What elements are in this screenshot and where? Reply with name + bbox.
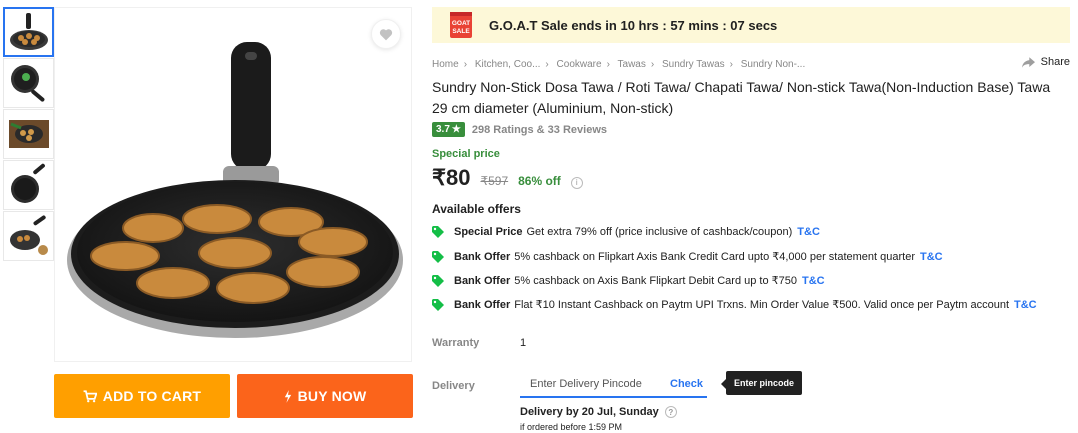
tawa-thumbnail-image (9, 215, 48, 255)
offer-tag-icon (432, 250, 444, 263)
offer-type: Special Price (454, 226, 523, 238)
share-button[interactable]: Share (1021, 56, 1070, 68)
breadcrumb-item[interactable]: Sundry Tawas (662, 59, 725, 70)
offer-text: 5% cashback on Flipkart Axis Bank Credit… (514, 251, 916, 263)
sale-countdown: G.O.A.T Sale ends in 10 hrs : 57 mins : … (489, 17, 778, 33)
breadcrumb-item[interactable]: Home (432, 59, 459, 70)
delivery-label: Delivery (432, 380, 475, 392)
thumbnail-5[interactable] (3, 211, 54, 261)
tawa-product-image (67, 42, 403, 338)
sale-banner: GOAT SALE G.O.A.T Sale ends in 10 hrs : … (432, 7, 1070, 43)
breadcrumb-item[interactable]: Sundry Non-... (741, 59, 805, 70)
goat-sale-logo: GOAT SALE (450, 12, 472, 38)
breadcrumb: Home › Kitchen, Coo... › Cookware › Tawas › … (432, 59, 806, 70)
delivery-date-row: Delivery by 20 Jul, Sunday ? (520, 406, 677, 418)
offer-tc-link[interactable]: T&C (802, 275, 825, 287)
thumbnail-1[interactable] (3, 7, 54, 57)
wishlist-button[interactable] (371, 19, 401, 49)
offer-type: Bank Offer (454, 274, 511, 287)
warranty-label: Warranty (432, 337, 480, 349)
pincode-tooltip: Enter pincode (720, 371, 803, 395)
delivery-cutoff: if ordered before 1:59 PM (520, 422, 623, 432)
help-icon[interactable]: ? (664, 406, 677, 418)
original-price: ₹597 (480, 174, 509, 188)
offer-tag-icon (432, 274, 444, 287)
tawa-thumbnail-image (10, 163, 45, 203)
offer-text: Flat ₹10 Instant Cashback on Paytm UPI T… (514, 299, 1010, 311)
breadcrumb-item[interactable]: Kitchen, Coo... (475, 59, 541, 70)
ratings-reviews-link[interactable]: 298 Ratings & 33 Reviews (472, 124, 607, 136)
tawa-thumbnail-image (9, 13, 48, 50)
thumbnail-2[interactable] (3, 58, 54, 108)
cart-icon (83, 389, 97, 402)
offer-type: Bank Offer (454, 298, 511, 311)
offer-text: 5% cashback on Axis Bank Flipkart Debit … (514, 275, 798, 287)
warranty-value: 1 (520, 337, 527, 349)
tawa-thumbnail-image (10, 65, 44, 102)
product-title: Sundry Non-Stick Dosa Tawa / Roti Tawa/ … (432, 79, 1051, 116)
sale-logo-line1: GOAT (452, 20, 470, 27)
offer-tag-icon (432, 298, 444, 311)
offer-item: Special Price Get extra 79% off (price i… (432, 226, 820, 238)
offer-item: Bank Offer Flat ₹10 Instant Cashback on … (432, 298, 1037, 311)
rating-badge[interactable]: 3.7 ★ (432, 122, 465, 137)
offer-tc-link[interactable]: T&C (797, 226, 820, 238)
discount-percent: 86% off (518, 174, 561, 188)
share-label: Share (1040, 56, 1070, 68)
rating-value: 3.7 (436, 124, 450, 135)
check-pincode-button[interactable]: Check (670, 378, 703, 390)
thumbnail-list (3, 7, 54, 262)
info-icon[interactable]: i (570, 176, 583, 189)
thumbnail-4[interactable] (3, 160, 54, 210)
offer-tag-icon (432, 226, 444, 238)
special-price-label: Special price (432, 148, 500, 160)
sale-logo-line2: SALE (452, 28, 470, 35)
pincode-input[interactable] (520, 377, 660, 390)
breadcrumb-item[interactable]: Tawas (618, 59, 646, 70)
buy-now-button[interactable]: BUY NOW (237, 374, 413, 418)
pincode-field: Check (520, 371, 707, 398)
selling-price: ₹80 (432, 165, 471, 190)
price-row: ₹80 ₹597 86% off i (432, 165, 583, 191)
breadcrumb-item[interactable]: Cookware (557, 59, 602, 70)
add-to-cart-button[interactable]: ADD TO CART (54, 374, 230, 418)
thumbnail-3[interactable] (3, 109, 54, 159)
rating-row: 3.7 ★ 298 Ratings & 33 Reviews (432, 122, 607, 137)
offer-tc-link[interactable]: T&C (1014, 299, 1037, 311)
share-icon (1021, 56, 1035, 68)
offer-tc-link[interactable]: T&C (920, 251, 943, 263)
star-icon: ★ (451, 124, 461, 135)
lightning-icon (284, 389, 291, 403)
delivery-date: Delivery by 20 Jul, Sunday (520, 406, 659, 418)
offer-item: Bank Offer 5% cashback on Flipkart Axis … (432, 250, 943, 263)
add-to-cart-label: ADD TO CART (102, 388, 202, 404)
buy-now-label: BUY NOW (297, 388, 367, 404)
offers-heading: Available offers (432, 202, 521, 216)
product-image (54, 7, 412, 362)
heart-icon (379, 28, 393, 40)
offer-item: Bank Offer 5% cashback on Axis Bank Flip… (432, 274, 825, 287)
offer-type: Bank Offer (454, 250, 511, 263)
tawa-thumbnail-image (8, 120, 49, 148)
offer-text: Get extra 79% off (price inclusive of ca… (526, 226, 793, 238)
